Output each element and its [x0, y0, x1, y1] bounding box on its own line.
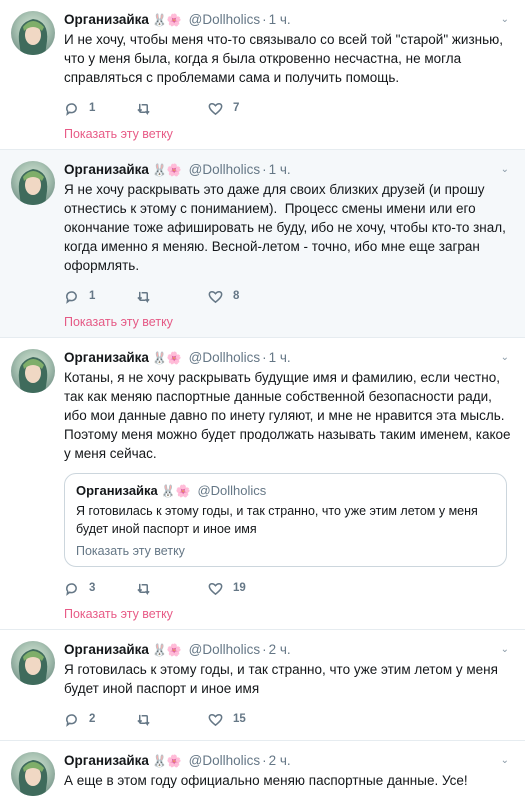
reply-count: 1: [89, 102, 96, 114]
name-emoji: 🐰🌸: [151, 163, 182, 177]
chevron-down-icon[interactable]: ⌄: [501, 640, 509, 659]
display-name[interactable]: Организайка: [64, 162, 149, 177]
like-count: 19: [233, 582, 246, 594]
user-handle[interactable]: @Dollholics: [189, 642, 260, 657]
timestamp[interactable]: 1 ч.: [269, 12, 291, 27]
reply-icon: [66, 102, 77, 116]
tweet[interactable]: Организайка 🐰🌸 @Dollholics · 1 ч. ⌄ Я не хо…: [0, 150, 525, 338]
separator-dot: ·: [262, 162, 267, 177]
tweet-text: И не хочу, чтобы меня что-то связывало с…: [64, 32, 507, 85]
retweet-button[interactable]: [136, 289, 208, 304]
heart-icon: [208, 290, 223, 303]
reply-button[interactable]: 1: [64, 289, 136, 304]
like-button[interactable]: 7: [208, 101, 239, 116]
reply-count: 1: [89, 290, 96, 302]
tweet-actions: 1 8: [64, 281, 513, 311]
separator-dot: ·: [262, 12, 267, 27]
retweet-icon: [137, 583, 150, 595]
show-thread-link[interactable]: Показать эту ветку: [64, 311, 513, 337]
show-thread-link[interactable]: Показать эту ветку: [64, 123, 513, 149]
timestamp[interactable]: 1 ч.: [269, 162, 291, 177]
retweet-button[interactable]: [136, 101, 208, 116]
tweet-text: А еще в этом году официально меняю паспо…: [64, 773, 468, 788]
retweet-icon: [137, 291, 150, 303]
tweet[interactable]: Организайка 🐰🌸 @Dollholics · 2 ч. ⌄ А еще в…: [0, 741, 525, 803]
quoted-show-thread-link[interactable]: Показать эту ветку: [76, 544, 495, 558]
quoted-user-handle: @Dollholics: [197, 483, 267, 498]
tweet[interactable]: Организайка 🐰🌸 @Dollholics · 1 ч. ⌄ Котаны,…: [0, 338, 525, 630]
timestamp[interactable]: 2 ч.: [269, 753, 291, 768]
tweet-actions: 1 7: [64, 93, 513, 123]
avatar[interactable]: [11, 752, 55, 796]
retweet-button[interactable]: [136, 712, 208, 727]
retweet-icon: [137, 103, 150, 115]
user-handle[interactable]: @Dollholics: [189, 12, 260, 27]
avatar[interactable]: [11, 349, 55, 393]
separator-dot: ·: [262, 350, 267, 365]
like-count: 15: [233, 713, 246, 725]
display-name[interactable]: Организайка: [64, 350, 149, 365]
heart-icon: [208, 713, 223, 726]
separator-dot: ·: [262, 642, 267, 657]
tweet-header: Организайка 🐰🌸 @Dollholics · 2 ч. ⌄: [64, 751, 513, 770]
avatar[interactable]: [11, 641, 55, 685]
avatar[interactable]: [11, 161, 55, 205]
reply-button[interactable]: 3: [64, 581, 136, 596]
retweet-button[interactable]: [136, 581, 208, 596]
timeline: Организайка 🐰🌸 @Dollholics · 1 ч. ⌄ И не хо…: [0, 0, 525, 803]
reply-icon: [66, 290, 77, 304]
tweet[interactable]: Организайка 🐰🌸 @Dollholics · 2 ч. ⌄ Я готов…: [0, 630, 525, 741]
reply-button[interactable]: 2: [64, 712, 136, 727]
reply-count: 3: [89, 582, 96, 594]
like-count: 8: [233, 290, 240, 302]
tweet-text: Котаны, я не хочу раскрывать будущие имя…: [64, 370, 511, 461]
retweet-icon: [137, 714, 150, 726]
quoted-tweet-text: Я готовилась к этому годы, и так странно…: [76, 504, 482, 536]
tweet-header: Организайка 🐰🌸 @Dollholics · 2 ч. ⌄: [64, 640, 513, 659]
tweet-actions: 3 19: [64, 573, 513, 603]
name-emoji: 🐰🌸: [151, 351, 182, 365]
reply-button[interactable]: 1: [64, 101, 136, 116]
timestamp[interactable]: 2 ч.: [269, 642, 291, 657]
avatar[interactable]: [11, 11, 55, 55]
separator-dot: ·: [262, 753, 267, 768]
user-handle[interactable]: @Dollholics: [189, 753, 260, 768]
reply-icon: [66, 713, 77, 727]
chevron-down-icon[interactable]: ⌄: [501, 348, 509, 367]
tweet-header: Организайка 🐰🌸 @Dollholics · 1 ч. ⌄: [64, 10, 513, 29]
heart-icon: [208, 102, 223, 115]
quoted-tweet[interactable]: Организайка 🐰🌸 @Dollholics Я готовилась к…: [64, 473, 507, 567]
timestamp[interactable]: 1 ч.: [269, 350, 291, 365]
name-emoji: 🐰🌸: [151, 643, 182, 657]
like-button[interactable]: 8: [208, 289, 239, 304]
display-name[interactable]: Организайка: [64, 642, 149, 657]
like-button[interactable]: 15: [208, 712, 246, 727]
like-count: 7: [233, 102, 240, 114]
like-button[interactable]: 19: [208, 581, 246, 596]
chevron-down-icon[interactable]: ⌄: [501, 10, 509, 29]
reply-icon: [66, 582, 77, 596]
display-name[interactable]: Организайка: [64, 12, 149, 27]
chevron-down-icon[interactable]: ⌄: [501, 160, 509, 179]
name-emoji: 🐰🌸: [151, 13, 182, 27]
tweet-header: Организайка 🐰🌸 @Dollholics · 1 ч. ⌄: [64, 160, 513, 179]
user-handle[interactable]: @Dollholics: [189, 350, 260, 365]
tweet[interactable]: Организайка 🐰🌸 @Dollholics · 1 ч. ⌄ И не хо…: [0, 0, 525, 150]
name-emoji: 🐰🌸: [160, 484, 191, 498]
reply-count: 2: [89, 713, 96, 725]
heart-icon: [208, 582, 223, 595]
display-name[interactable]: Организайка: [64, 753, 149, 768]
tweet-actions: 1 18: [64, 796, 513, 803]
tweet-header: Организайка 🐰🌸 @Dollholics · 1 ч. ⌄: [64, 348, 513, 367]
tweet-text: Я не хочу раскрывать это даже для своих …: [64, 182, 510, 273]
user-handle[interactable]: @Dollholics: [189, 162, 260, 177]
chevron-down-icon[interactable]: ⌄: [501, 751, 509, 770]
tweet-actions: 2 15: [64, 704, 513, 734]
quoted-display-name: Организайка: [76, 483, 158, 498]
show-thread-link[interactable]: Показать эту ветку: [64, 603, 513, 629]
name-emoji: 🐰🌸: [151, 754, 182, 768]
tweet-text: Я готовилась к этому годы, и так странно…: [64, 662, 502, 696]
